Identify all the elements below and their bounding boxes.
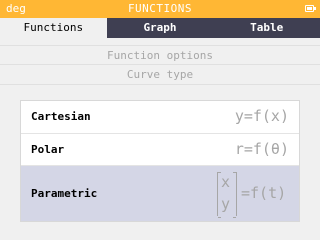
curve-type-label: Cartesian [31, 110, 91, 123]
tab-table[interactable]: Table [213, 18, 320, 38]
vector-y: y [221, 195, 231, 213]
curve-type-cartesian[interactable]: Cartesian y=f(x) [21, 101, 299, 134]
function-options-button[interactable]: Function options [0, 45, 320, 65]
vector-x: x [221, 173, 231, 191]
curve-type-formula: r=f(θ) [234, 140, 289, 158]
battery-icon [305, 5, 316, 12]
tab-bar: Functions Graph Table [0, 18, 320, 38]
calculator-screen: deg FUNCTIONS Functions Graph Table Func… [0, 0, 320, 240]
curve-type-label: Parametric [31, 187, 98, 200]
curve-type-polar[interactable]: Polar r=f(θ) [21, 134, 299, 166]
app-title: FUNCTIONS [127, 2, 193, 15]
parametric-rhs: =f(t) [241, 184, 287, 202]
tab-functions[interactable]: Functions [0, 18, 107, 38]
parametric-formula: x y =f(t) [217, 172, 289, 218]
battery-level [307, 7, 312, 10]
curve-type-button[interactable]: Curve type [0, 65, 320, 85]
curve-type-list: Cartesian y=f(x) Polar r=f(θ) Parametric… [20, 100, 300, 222]
status-bar: deg FUNCTIONS [0, 0, 320, 18]
curve-type-parametric[interactable]: Parametric x y =f(t) [21, 166, 299, 221]
curve-type-formula: y=f(x) [234, 107, 289, 125]
tab-graph[interactable]: Graph [107, 18, 214, 38]
curve-type-label: Polar [31, 143, 65, 156]
